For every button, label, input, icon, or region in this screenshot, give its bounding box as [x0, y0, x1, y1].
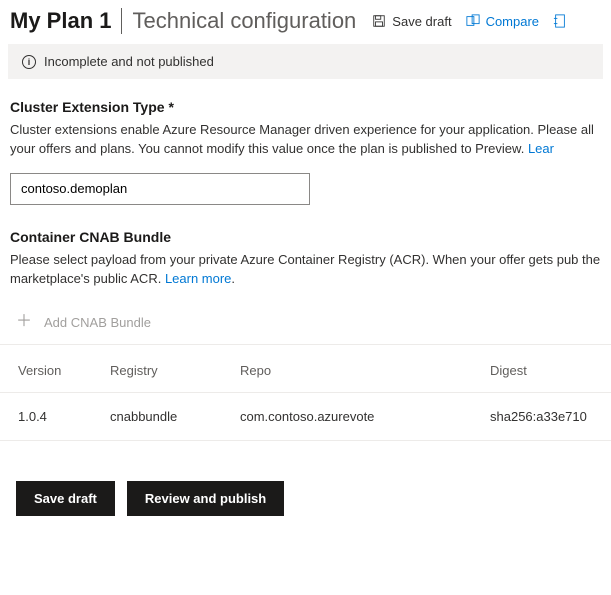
save-draft-button[interactable]: Save draft — [16, 481, 115, 516]
page-icon — [553, 14, 567, 28]
save-draft-toolbar-label: Save draft — [392, 14, 451, 29]
cluster-ext-help: Cluster extensions enable Azure Resource… — [10, 121, 601, 159]
cell-repo: com.contoso.azurevote — [230, 393, 480, 441]
cnab-help: Please select payload from your private … — [10, 251, 601, 289]
cell-registry: cnabbundle — [100, 393, 230, 441]
required-star: * — [168, 99, 173, 115]
plan-title: My Plan 1 — [10, 8, 111, 34]
add-cnab-bundle-button[interactable]: ＋ Add CNAB Bundle — [0, 302, 611, 345]
col-registry[interactable]: Registry — [100, 345, 230, 393]
cluster-ext-type-input[interactable] — [10, 173, 310, 205]
toolbar: Save draft Compare — [372, 14, 567, 29]
col-digest[interactable]: Digest — [480, 345, 611, 393]
add-cnab-label: Add CNAB Bundle — [44, 315, 151, 330]
save-draft-toolbar-button[interactable]: Save draft — [372, 14, 451, 29]
page-title: Technical configuration — [132, 8, 356, 34]
table-row[interactable]: 1.0.4 cnabbundle com.contoso.azurevote s… — [0, 393, 611, 441]
cell-version: 1.0.4 — [0, 393, 100, 441]
cluster-ext-label-text: Cluster Extension Type — [10, 99, 165, 115]
compare-label: Compare — [486, 14, 539, 29]
cluster-ext-help-text: Cluster extensions enable Azure Resource… — [10, 122, 594, 156]
save-icon — [372, 14, 386, 28]
title-divider — [121, 8, 122, 34]
cnab-table: Version Registry Repo Digest 1.0.4 cnabb… — [0, 345, 611, 441]
col-repo[interactable]: Repo — [230, 345, 480, 393]
cnab-help-text: Please select payload from your private … — [10, 252, 600, 286]
cluster-ext-learn-more-link[interactable]: Lear — [528, 141, 554, 156]
status-text: Incomplete and not published — [44, 54, 214, 69]
footer-actions: Save draft Review and publish — [0, 441, 611, 536]
cell-digest: sha256:a33e710 — [480, 393, 611, 441]
truncated-toolbar-button[interactable] — [553, 14, 567, 28]
col-version[interactable]: Version — [0, 345, 100, 393]
status-bar: i Incomplete and not published — [8, 44, 603, 79]
compare-icon — [466, 14, 480, 28]
info-icon: i — [22, 55, 36, 69]
cnab-learn-more-link[interactable]: Learn more — [165, 271, 231, 286]
compare-button[interactable]: Compare — [466, 14, 539, 29]
page-header: My Plan 1 Technical configuration Save d… — [0, 0, 611, 44]
review-publish-button[interactable]: Review and publish — [127, 481, 284, 516]
cnab-label: Container CNAB Bundle — [10, 229, 601, 245]
cnab-help-period: . — [231, 271, 235, 286]
plus-icon: ＋ — [16, 314, 32, 330]
cluster-ext-label: Cluster Extension Type * — [10, 99, 601, 115]
